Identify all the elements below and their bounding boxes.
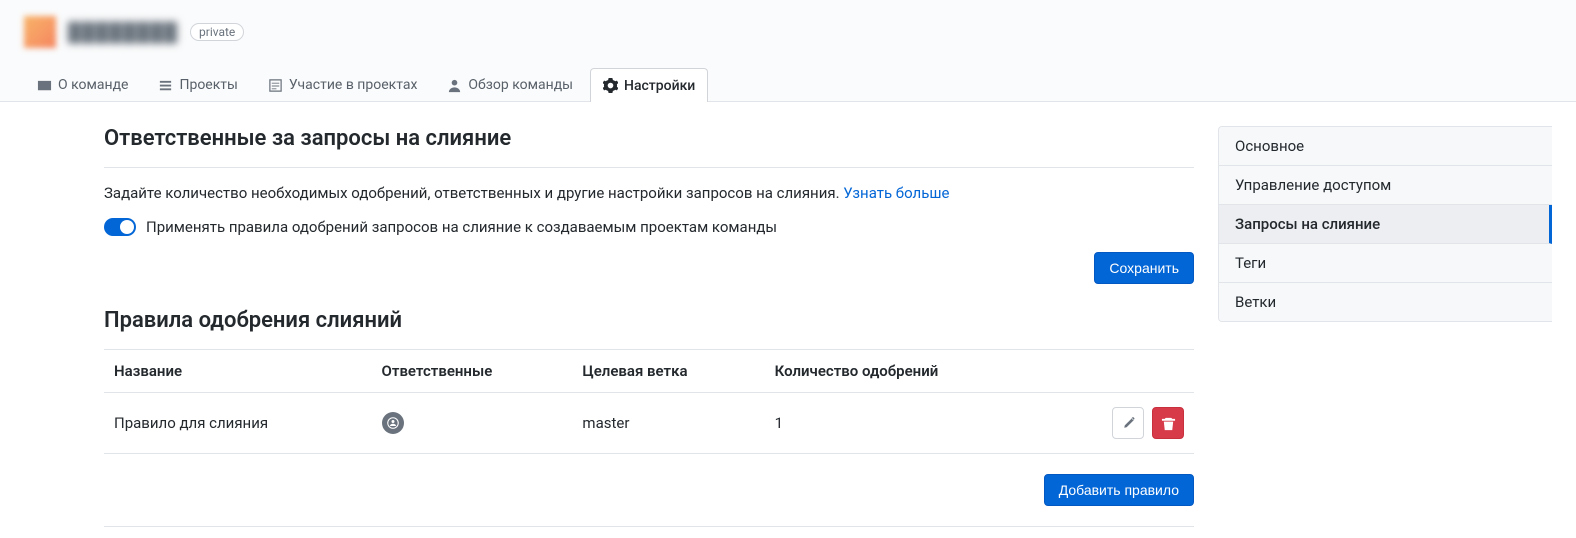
tab-label: О команде [58, 77, 128, 93]
responsible-avatar [382, 412, 404, 434]
tab-label: Настройки [624, 78, 695, 94]
col-responsibles: Ответственные [372, 350, 573, 393]
merge-description: Задайте количество необходимых одобрений… [104, 184, 1194, 202]
save-button[interactable]: Сохранить [1094, 252, 1194, 284]
nav-tabs: О команде Проекты Участие в проектах Обз… [24, 68, 1552, 101]
tab-overview[interactable]: Обзор команды [434, 68, 586, 101]
add-rule-row: Добавить правило [104, 454, 1194, 527]
apply-rules-toggle[interactable] [104, 218, 136, 236]
rule-name-cell: Правило для слияния [104, 393, 372, 454]
rules-section-title: Правила одобрения слияний [104, 308, 1194, 333]
list-alt-icon [268, 78, 283, 93]
add-rule-button[interactable]: Добавить правило [1044, 474, 1194, 506]
delete-rule-button[interactable] [1152, 407, 1184, 439]
list-icon [158, 78, 173, 93]
toggle-label: Применять правила одобрений запросов на … [146, 218, 777, 236]
team-name: ████████ [68, 22, 178, 43]
col-approvals: Количество одобрений [765, 350, 1047, 393]
tab-about[interactable]: О команде [24, 68, 141, 101]
id-card-icon [37, 78, 52, 93]
col-name: Название [104, 350, 372, 393]
table-row: Правило для слияния master 1 [104, 393, 1194, 454]
title-row: ████████ private [24, 16, 1552, 48]
visibility-badge: private [190, 23, 244, 41]
sidebar-item-branches[interactable]: Ветки [1219, 283, 1552, 321]
tab-participation[interactable]: Участие в проектах [255, 68, 431, 101]
tab-label: Участие в проектах [289, 77, 418, 93]
tab-projects[interactable]: Проекты [145, 68, 250, 101]
sidebar-item-tags[interactable]: Теги [1219, 244, 1552, 283]
sidebar-item-merge-requests[interactable]: Запросы на слияние [1219, 205, 1552, 244]
col-branch: Целевая ветка [572, 350, 764, 393]
col-actions [1047, 350, 1194, 393]
apply-rules-toggle-row: Применять правила одобрений запросов на … [104, 218, 1194, 236]
tab-label: Проекты [179, 77, 237, 93]
merge-section-title: Ответственные за запросы на слияние [104, 126, 1194, 151]
rule-responsibles-cell [372, 393, 573, 454]
page-header: ████████ private О команде Проекты Участ… [0, 0, 1576, 102]
settings-sidebar: Основное Управление доступом Запросы на … [1218, 126, 1552, 322]
save-row: Сохранить [104, 252, 1194, 284]
rules-table: Название Ответственные Целевая ветка Кол… [104, 349, 1194, 454]
table-header-row: Название Ответственные Целевая ветка Кол… [104, 350, 1194, 393]
description-text: Задайте количество необходимых одобрений… [104, 184, 840, 202]
main-content: Ответственные за запросы на слияние Зада… [104, 126, 1194, 527]
gear-icon [603, 78, 618, 93]
sidebar-item-access[interactable]: Управление доступом [1219, 166, 1552, 205]
edit-rule-button[interactable] [1112, 407, 1144, 439]
team-avatar [24, 16, 56, 48]
learn-more-link[interactable]: Узнать больше [843, 184, 949, 202]
rule-approvals-cell: 1 [765, 393, 1047, 454]
rule-actions-cell [1047, 393, 1194, 454]
divider [104, 167, 1194, 168]
tab-label: Обзор команды [468, 77, 573, 93]
rule-branch-cell: master [572, 393, 764, 454]
sidebar-item-general[interactable]: Основное [1219, 127, 1552, 166]
person-icon [447, 78, 462, 93]
tab-settings[interactable]: Настройки [590, 68, 708, 102]
